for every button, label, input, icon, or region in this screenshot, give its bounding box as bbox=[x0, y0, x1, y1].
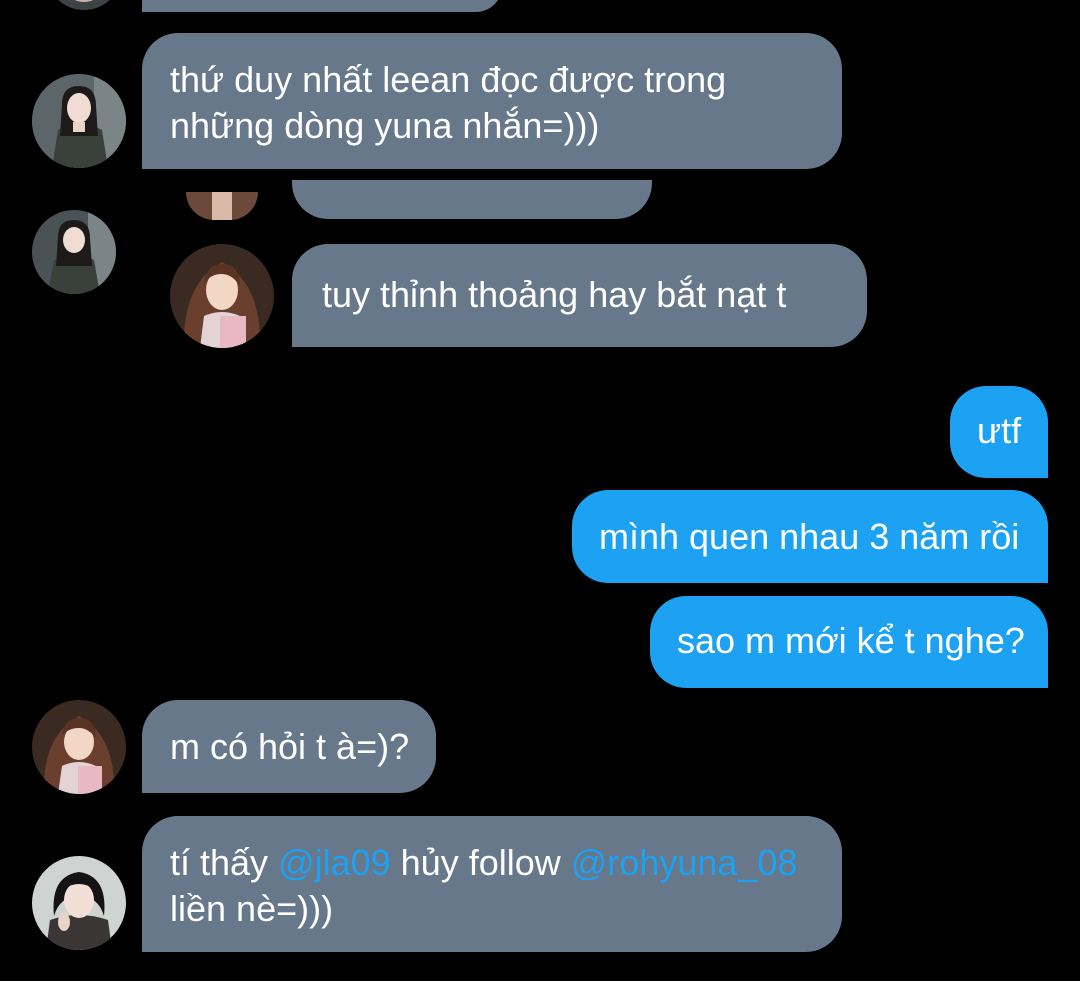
message-text: ưtf bbox=[977, 410, 1022, 451]
message-text: tuy thỉnh thoảng hay bắt nạt t bbox=[322, 274, 787, 315]
message-bubble[interactable]: tuy thỉnh thoảng hay bắt nạt t bbox=[292, 244, 867, 347]
message-text-line-2: liền nè=))) bbox=[170, 888, 334, 929]
sender-avatar-icon[interactable] bbox=[32, 74, 126, 168]
message-text-prefix: tí thấy bbox=[170, 842, 279, 883]
message-text: mình quen nhau 3 năm rồi bbox=[599, 516, 1020, 557]
outgoing-message-bubble[interactable]: ưtf bbox=[950, 386, 1048, 478]
message-text: m có hỏi t à=)? bbox=[170, 726, 410, 767]
conversation-view: thứ duy nhất leean đọc được trong những … bbox=[0, 0, 1080, 981]
message-text: sao m mới kể t nghe? bbox=[677, 620, 1025, 661]
sender-avatar-icon[interactable] bbox=[32, 856, 126, 950]
avatar-cutoff-top-icon[interactable] bbox=[46, 0, 122, 10]
message-bubble[interactable]: m có hỏi t à=)? bbox=[142, 700, 436, 793]
message-bubble-cutoff-top[interactable] bbox=[142, 0, 502, 12]
message-text-line-1: tí thấy @jla09 hủy follow @rohyuna_08 bbox=[170, 840, 842, 886]
message-text-line-1: thứ duy nhất leean đọc được trong bbox=[170, 59, 727, 100]
outgoing-message-bubble[interactable]: mình quen nhau 3 năm rồi bbox=[572, 490, 1048, 583]
outgoing-message-bubble[interactable]: sao m mới kể t nghe? bbox=[650, 596, 1048, 688]
mention-link[interactable]: @jla09 bbox=[278, 842, 391, 883]
sender-avatar-icon[interactable] bbox=[32, 210, 116, 294]
message-text-middle: hủy follow bbox=[390, 842, 571, 883]
quoted-avatar-cutoff-icon bbox=[186, 192, 258, 220]
quoted-bubble-cutoff bbox=[292, 180, 652, 219]
message-text-line-2: những dòng yuna nhắn=))) bbox=[170, 105, 600, 146]
message-bubble[interactable]: thứ duy nhất leean đọc được trong những … bbox=[142, 33, 842, 169]
message-bubble[interactable]: tí thấy @jla09 hủy follow @rohyuna_08 li… bbox=[142, 816, 842, 952]
mention-link[interactable]: @rohyuna_08 bbox=[571, 842, 798, 883]
sender-avatar-icon[interactable] bbox=[32, 700, 126, 794]
quoted-sender-avatar-icon[interactable] bbox=[170, 244, 274, 348]
